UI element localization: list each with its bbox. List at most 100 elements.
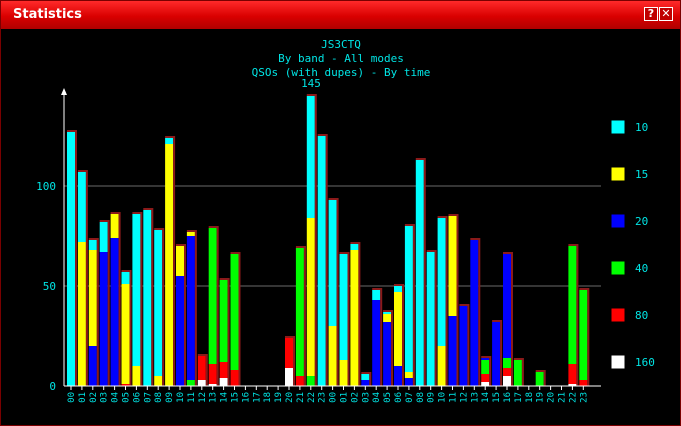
legend-swatch-160 (610, 354, 626, 370)
x-tick-label: 23 (579, 392, 589, 403)
bar-segment-40 (579, 290, 588, 380)
bar-segment-20 (404, 378, 413, 386)
x-tick-label: 20 (285, 392, 295, 403)
bar-shadow-top (535, 370, 546, 372)
bar-segment-40 (306, 376, 315, 386)
bar-segment-80 (197, 356, 206, 380)
bar-segment-20 (176, 276, 184, 386)
bar-shadow (467, 306, 470, 386)
bar-shadow-top (110, 212, 121, 214)
legend-label-20: 20 (635, 215, 648, 228)
x-tick-label: 01 (340, 392, 350, 403)
bar-shadow-top (121, 270, 132, 272)
bar-segment-40 (513, 360, 522, 386)
bar-segment-15 (339, 360, 348, 386)
x-tick-label: 00 (329, 392, 339, 403)
bar-segment-15 (186, 232, 195, 236)
statistics-window: Statistics ? ✕ JS3CTQ By band - All mode… (0, 0, 681, 426)
bar-segment-20 (383, 322, 392, 386)
bar-segment-80 (285, 338, 293, 368)
bar-shadow (184, 246, 186, 386)
bar-shadow (391, 312, 394, 386)
bar-shadow-top (459, 304, 470, 306)
bar-segment-80 (503, 368, 511, 376)
bar-segment-80 (230, 370, 239, 386)
bar-segment-20 (110, 238, 119, 386)
bar-segment-10 (67, 132, 75, 386)
bar-segment-15 (383, 314, 392, 322)
bar-shadow-top (219, 278, 230, 280)
bar-segment-10 (350, 244, 359, 250)
bar-shadow-top (295, 246, 306, 248)
bar-shadow (325, 136, 328, 386)
bar-shadow (423, 160, 426, 386)
bar-shadow (511, 254, 513, 386)
x-tick-label: 13 (209, 392, 219, 403)
bar-segment-40 (503, 358, 511, 368)
bar-segment-20 (459, 306, 468, 386)
bar-shadow-top (394, 284, 404, 286)
bar-segment-20 (492, 322, 501, 386)
bar-shadow (216, 228, 219, 386)
bar-shadow-top (437, 216, 448, 218)
bar-segment-10 (317, 136, 326, 386)
bar-shadow (543, 372, 546, 386)
bar-shadow (347, 254, 350, 386)
bar-shadow (402, 286, 404, 386)
y-tick-label: 0 (49, 380, 56, 393)
legend-swatch-10 (610, 119, 626, 135)
bar-shadow-top (448, 214, 459, 216)
window-title: Statistics (13, 7, 82, 22)
bar-segment-20 (448, 316, 457, 386)
legend-label-40: 40 (635, 262, 648, 275)
bar-segment-20 (186, 236, 195, 380)
bar-shadow (227, 280, 230, 386)
bar-segment-15 (121, 284, 130, 384)
x-tick-label: 19 (536, 392, 546, 403)
x-tick-label: 22 (307, 392, 317, 403)
x-tick-label: 03 (361, 392, 371, 403)
bar-shadow (205, 356, 208, 386)
bar-shadow-top (176, 244, 186, 246)
x-tick-label: 12 (459, 392, 469, 403)
bar-shadow-top (285, 336, 295, 338)
x-tick-label: 15 (231, 392, 241, 403)
bar-shadow (162, 230, 165, 386)
bar-shadow (173, 138, 176, 386)
bar-shadow (151, 210, 154, 386)
bar-segment-20 (481, 358, 490, 360)
bar-shadow-top (88, 238, 99, 240)
bar-segment-10 (77, 172, 86, 242)
bar-shadow-top (230, 252, 241, 254)
bar-segment-15 (437, 346, 446, 386)
bar-segment-80 (208, 364, 217, 384)
bar-shadow (75, 132, 77, 386)
bar-shadow-top (165, 136, 176, 138)
bar-segment-15 (132, 366, 141, 386)
title-bar[interactable]: Statistics ? ✕ (1, 1, 680, 29)
help-button[interactable]: ? (644, 7, 658, 21)
bar-segment-40 (219, 280, 228, 362)
bar-segment-40 (481, 360, 490, 374)
x-tick-label: 06 (132, 392, 142, 403)
close-button[interactable]: ✕ (659, 7, 673, 21)
bar-shadow (576, 246, 579, 386)
legend-swatch-20 (610, 213, 626, 229)
bar-segment-10 (339, 254, 348, 360)
bar-shadow-top (503, 252, 513, 254)
bar-segment-80 (579, 380, 588, 386)
bar-segment-10 (437, 218, 446, 346)
bar-segment-40 (295, 248, 304, 376)
x-tick-label: 07 (143, 392, 153, 403)
chart-subtitle: By band - All modes (278, 52, 404, 65)
bar-segment-10 (165, 138, 174, 144)
x-tick-label: 21 (558, 392, 568, 403)
bar-segment-160 (481, 382, 490, 386)
x-tick-label: 19 (274, 392, 284, 403)
bar-shadow-top (579, 288, 590, 290)
bar-shadow-top (481, 356, 492, 358)
bar-segment-40 (230, 254, 239, 370)
x-tick-label: 09 (165, 392, 175, 403)
x-tick-label: 01 (78, 392, 88, 403)
bar-segment-10 (361, 374, 370, 380)
